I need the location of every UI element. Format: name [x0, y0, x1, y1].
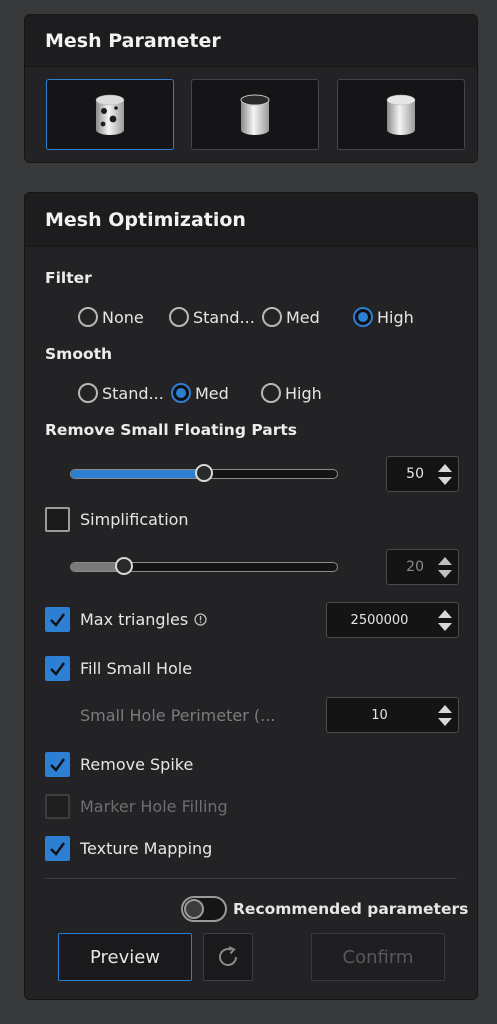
radio-standard[interactable]: [78, 383, 98, 403]
cylinder-watertight-icon: [240, 94, 270, 135]
simplification-value[interactable]: 20: [387, 559, 432, 575]
divider: [45, 878, 457, 879]
small-hole-perimeter-label: Small Hole Perimeter (...: [80, 706, 276, 725]
max-triangles-row: Max triangles: [80, 610, 207, 629]
smooth-option-med[interactable]: Med: [171, 383, 229, 403]
mode-button-smooth[interactable]: [337, 79, 465, 150]
radio-med-selected[interactable]: [171, 383, 191, 403]
radio-med[interactable]: [262, 307, 282, 327]
smooth-option-high[interactable]: High: [261, 383, 322, 403]
radio-standard[interactable]: [169, 307, 189, 327]
texture-mapping-label: Texture Mapping: [80, 839, 213, 858]
check-icon: [50, 613, 65, 627]
filter-option-med-label: Med: [286, 307, 320, 327]
filter-label: Filter: [45, 269, 92, 287]
down-arrow-icon[interactable]: [438, 476, 452, 485]
filter-option-high-label: High: [377, 307, 414, 327]
check-icon: [50, 662, 65, 676]
marker-hole-filling-checkbox[interactable]: [45, 794, 70, 819]
info-circle-icon[interactable]: [194, 613, 207, 626]
max-triangles-checkbox[interactable]: [45, 607, 70, 632]
mode-button-watertight[interactable]: [191, 79, 319, 150]
filter-option-med[interactable]: Med: [262, 307, 320, 327]
spin-arrows[interactable]: [432, 698, 458, 732]
smooth-option-high-label: High: [285, 383, 322, 403]
remove-spike-label: Remove Spike: [80, 755, 194, 774]
cylinder-smooth-icon: [386, 94, 416, 135]
remove-floating-value[interactable]: 50: [387, 466, 432, 482]
check-icon: [50, 842, 65, 856]
max-triangles-value[interactable]: 2500000: [327, 613, 432, 628]
mesh-parameter-panel: Mesh Parameter: [24, 14, 478, 163]
toggle-knob[interactable]: [184, 899, 204, 919]
texture-mapping-checkbox[interactable]: [45, 836, 70, 861]
simplification-slider-handle[interactable]: [115, 557, 134, 575]
radio-high[interactable]: [261, 383, 281, 403]
up-arrow-icon[interactable]: [438, 556, 452, 565]
spin-arrows[interactable]: [432, 603, 458, 637]
up-arrow-icon[interactable]: [438, 704, 452, 713]
recommended-parameters-toggle[interactable]: [181, 896, 227, 922]
simplification-slider[interactable]: [70, 557, 338, 575]
small-hole-perimeter-spinbox[interactable]: 10: [326, 697, 459, 733]
smooth-option-standard-label: Stand...: [102, 383, 164, 403]
small-hole-perimeter-value[interactable]: 10: [327, 708, 432, 723]
marker-hole-filling-label: Marker Hole Filling: [80, 797, 228, 816]
refresh-icon: [219, 946, 237, 966]
filter-option-standard[interactable]: Stand...: [169, 307, 255, 327]
spin-arrows[interactable]: [432, 457, 458, 491]
spin-arrows[interactable]: [432, 550, 458, 584]
filter-option-high[interactable]: High: [353, 307, 414, 327]
mode-button-holes[interactable]: [46, 79, 174, 150]
preview-button[interactable]: Preview: [58, 933, 192, 981]
simplification-checkbox[interactable]: [45, 507, 70, 532]
filter-option-standard-label: Stand...: [193, 307, 255, 327]
max-triangles-spinbox[interactable]: 2500000: [326, 602, 459, 638]
remove-floating-slider-handle[interactable]: [195, 464, 213, 482]
recommended-parameters-label: Recommended parameters: [233, 900, 469, 918]
max-triangles-label: Max triangles: [80, 610, 189, 629]
remove-floating-spinbox[interactable]: 50: [386, 456, 459, 492]
fill-small-hole-label: Fill Small Hole: [80, 659, 193, 678]
filter-option-none[interactable]: None: [78, 307, 144, 327]
radio-none[interactable]: [78, 307, 98, 327]
up-arrow-icon[interactable]: [438, 609, 452, 618]
simplification-spinbox[interactable]: 20: [386, 549, 459, 585]
refresh-button[interactable]: [203, 933, 253, 981]
cylinder-with-holes-icon: [95, 94, 125, 135]
remove-floating-slider-fill: [71, 470, 204, 478]
down-arrow-icon[interactable]: [438, 717, 452, 726]
simplification-label: Simplification: [80, 510, 189, 529]
smooth-label: Smooth: [45, 345, 113, 363]
smooth-option-standard[interactable]: Stand...: [78, 383, 164, 403]
remove-floating-label: Remove Small Floating Parts: [45, 421, 297, 439]
down-arrow-icon[interactable]: [438, 569, 452, 578]
confirm-button[interactable]: Confirm: [311, 933, 445, 981]
fill-small-hole-checkbox[interactable]: [45, 656, 70, 681]
down-arrow-icon[interactable]: [438, 622, 452, 631]
remove-spike-checkbox[interactable]: [45, 752, 70, 777]
mesh-parameter-title: Mesh Parameter: [25, 15, 477, 67]
remove-floating-slider[interactable]: [70, 464, 338, 482]
check-icon: [50, 758, 65, 772]
mesh-optimization-panel: Mesh Optimization Filter None Stand... M…: [24, 192, 478, 1000]
radio-high-selected[interactable]: [353, 307, 373, 327]
filter-option-none-label: None: [102, 307, 144, 327]
mesh-optimization-title: Mesh Optimization: [25, 193, 477, 247]
smooth-option-med-label: Med: [195, 383, 229, 403]
up-arrow-icon[interactable]: [438, 463, 452, 472]
